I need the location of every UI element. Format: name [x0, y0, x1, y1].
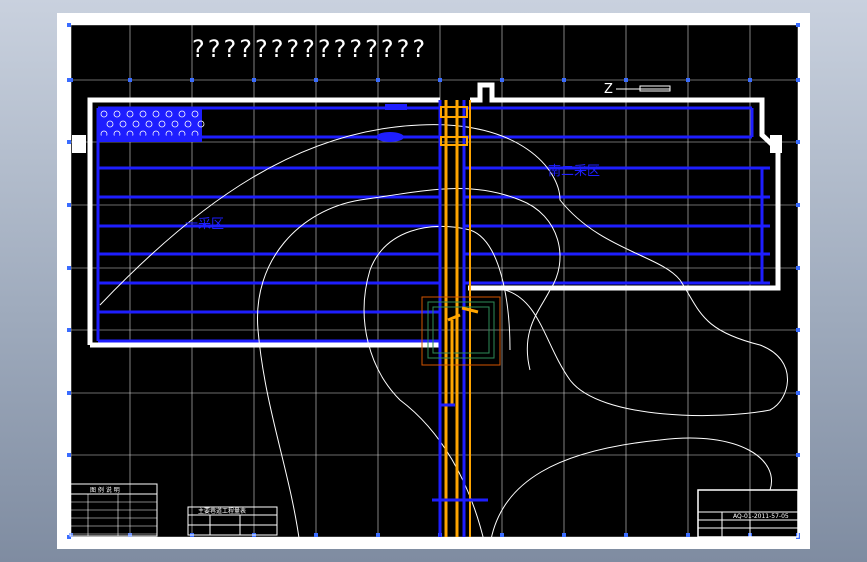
title-block: AQ-01-2011-57-05	[697, 489, 799, 538]
grid-tick	[686, 78, 690, 82]
grid-tick	[376, 533, 380, 537]
drawing-title: ???????????????	[192, 35, 428, 63]
grid-tick	[748, 78, 752, 82]
north-arrow: Z	[604, 82, 671, 97]
grid-tick	[796, 78, 800, 82]
svg-text:主要巷道工程量表: 主要巷道工程量表	[198, 507, 246, 515]
svg-text:图 例 说 明: 图 例 说 明	[90, 486, 120, 494]
grid-tick	[67, 203, 71, 207]
grid-tick	[67, 453, 71, 457]
grid-tick	[67, 78, 71, 82]
grid-tick	[500, 78, 504, 82]
grid-tick	[796, 203, 800, 207]
zone-right-label: 南二采区	[548, 163, 600, 179]
svg-text:Z: Z	[604, 82, 613, 97]
boundary-notch-right	[770, 135, 782, 153]
grid-tick	[562, 533, 566, 537]
grid-tick	[376, 78, 380, 82]
roadway-junction	[376, 132, 404, 142]
contour-lines	[99, 124, 788, 546]
roadway-marker-top	[385, 104, 407, 110]
legend-table-middle: 主要巷道工程量表	[187, 506, 278, 536]
grid-tick	[67, 266, 71, 270]
grid-tick	[796, 328, 800, 332]
grid-tick	[686, 533, 690, 537]
grid-tick	[252, 78, 256, 82]
grid-tick	[796, 391, 800, 395]
boundary-notch-left	[72, 135, 86, 153]
svg-text:AQ-01-2011-57-05: AQ-01-2011-57-05	[733, 513, 789, 520]
main-shaft-corridor	[421, 100, 501, 537]
grid-tick	[500, 533, 504, 537]
grid-tick	[128, 78, 132, 82]
grid-tick	[190, 78, 194, 82]
grid-tick	[438, 78, 442, 82]
mine-plan-drawing: ??????????????? 一采区 南二采区 Z 图 例 说 明 主要巷道工…	[67, 23, 800, 546]
grid-tick	[314, 78, 318, 82]
grid-tick	[314, 533, 318, 537]
zone-left-label: 一采区	[185, 217, 224, 232]
legend-table-left: 图 例 说 明	[69, 483, 158, 537]
grid-tick	[67, 391, 71, 395]
grid-tick	[67, 23, 71, 27]
grid-tick	[562, 78, 566, 82]
grid-tick	[67, 140, 71, 144]
grid-tick	[67, 328, 71, 332]
grid-tick	[624, 533, 628, 537]
grid-tick	[796, 453, 800, 457]
grid-tick	[796, 266, 800, 270]
grid-tick	[796, 140, 800, 144]
grid-tick	[624, 78, 628, 82]
grid-tick	[796, 23, 800, 27]
